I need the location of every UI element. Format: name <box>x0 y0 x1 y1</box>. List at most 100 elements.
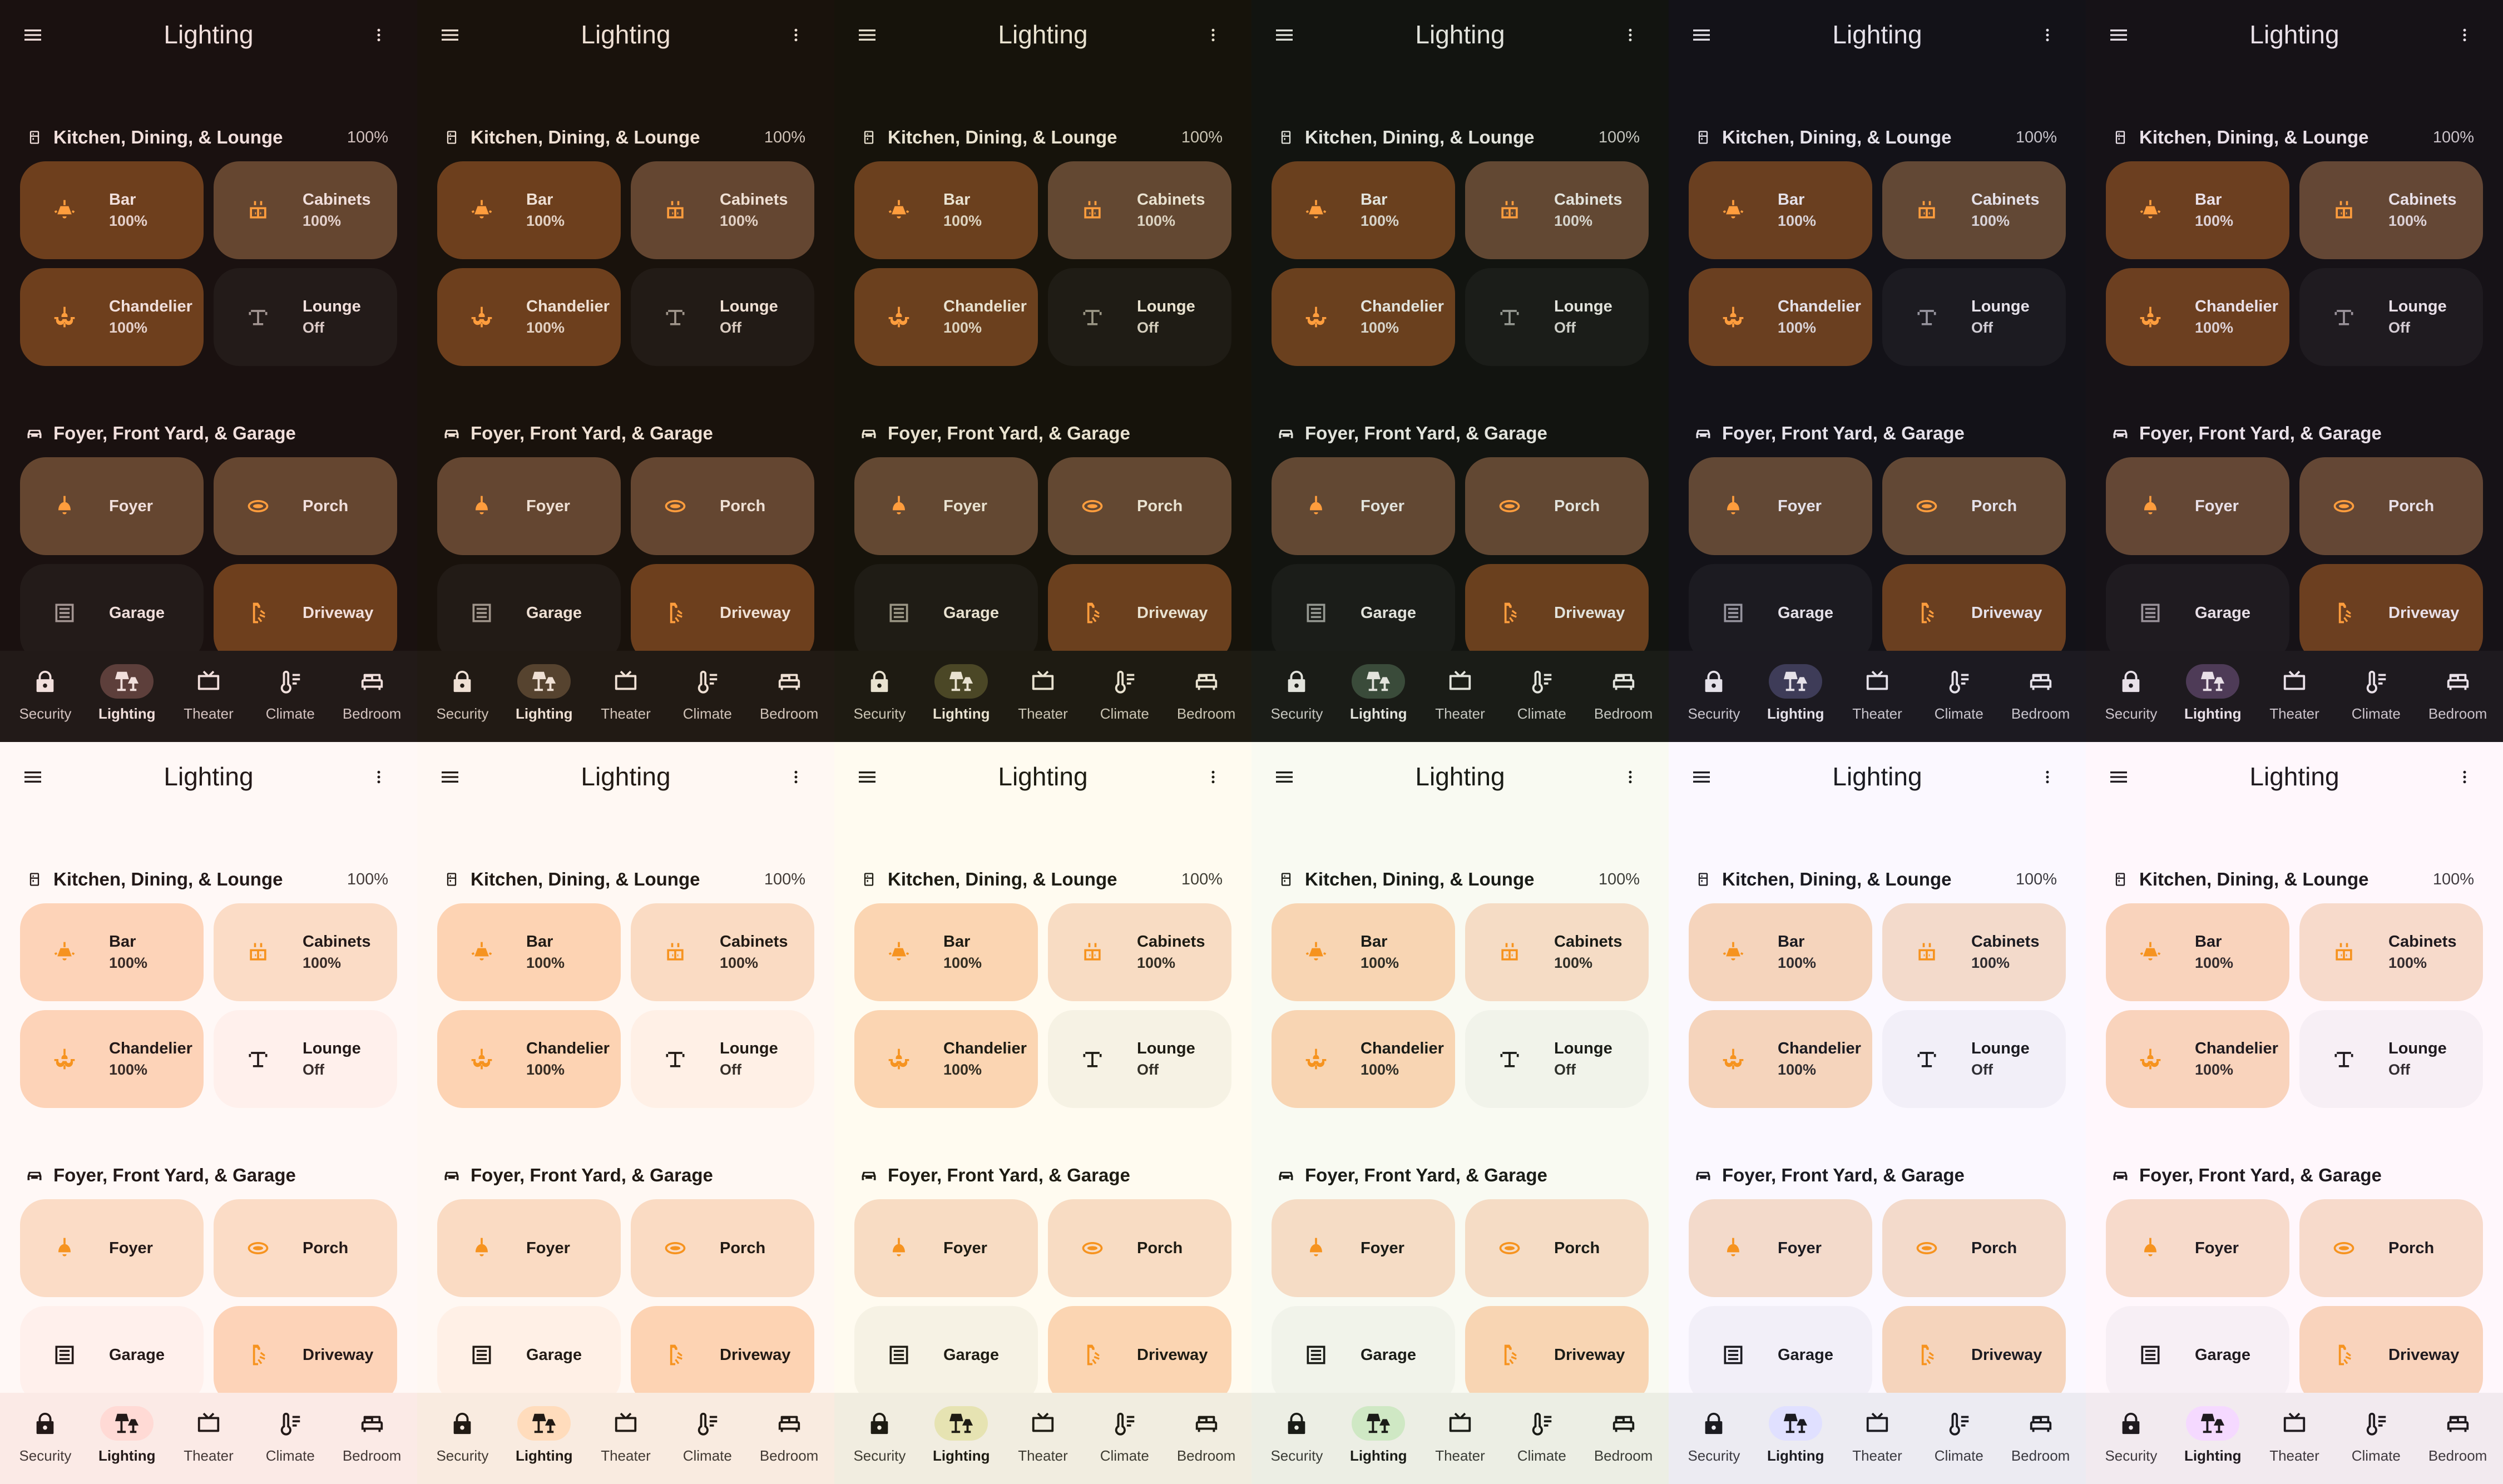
light-card-driveway[interactable]: Driveway <box>1465 564 1649 662</box>
light-card-driveway[interactable]: Driveway <box>1882 564 2066 662</box>
section-header[interactable]: Foyer, Front Yard, & Garage <box>1669 419 2086 447</box>
nav-bedroom[interactable]: Bedroom <box>748 1393 830 1484</box>
light-card-foyer[interactable]: Foyer <box>20 1199 204 1297</box>
light-card-chandelier[interactable]: Chandelier 100% <box>437 1010 621 1108</box>
nav-climate[interactable]: Climate <box>249 1393 331 1484</box>
light-card-driveway[interactable]: Driveway <box>631 1306 814 1404</box>
light-card-bar[interactable]: Bar 100% <box>20 903 204 1001</box>
light-card-cabinets[interactable]: Cabinets 100% <box>1465 903 1649 1001</box>
light-card-cabinets[interactable]: Cabinets 100% <box>631 903 814 1001</box>
light-card-porch[interactable]: Porch <box>1048 457 1231 555</box>
light-card-porch[interactable]: Porch <box>214 457 397 555</box>
nav-lighting[interactable]: Lighting <box>1338 1393 1419 1484</box>
light-card-driveway[interactable]: Driveway <box>1465 1306 1649 1404</box>
nav-climate[interactable]: Climate <box>1918 651 2000 742</box>
section-header[interactable]: Kitchen, Dining, & Lounge 100% <box>1669 865 2086 893</box>
section-header[interactable]: Foyer, Front Yard, & Garage <box>2086 419 2503 447</box>
section-header[interactable]: Kitchen, Dining, & Lounge 100% <box>0 123 417 151</box>
nav-lighting[interactable]: Lighting <box>921 1393 1002 1484</box>
nav-bedroom[interactable]: Bedroom <box>2417 651 2499 742</box>
light-card-chandelier[interactable]: Chandelier 100% <box>437 268 621 366</box>
nav-climate[interactable]: Climate <box>1501 651 1582 742</box>
more-vert-icon[interactable] <box>2039 22 2056 48</box>
light-card-driveway[interactable]: Driveway <box>1048 564 1231 662</box>
nav-lighting[interactable]: Lighting <box>503 651 585 742</box>
nav-climate[interactable]: Climate <box>1084 651 1165 742</box>
nav-lighting[interactable]: Lighting <box>86 651 168 742</box>
section-header[interactable]: Foyer, Front Yard, & Garage <box>0 419 417 447</box>
nav-lighting[interactable]: Lighting <box>503 1393 585 1484</box>
more-vert-icon[interactable] <box>2039 764 2056 790</box>
nav-theater[interactable]: Theater <box>1002 651 1084 742</box>
light-card-foyer[interactable]: Foyer <box>20 457 204 555</box>
nav-climate[interactable]: Climate <box>249 651 331 742</box>
nav-lighting[interactable]: Lighting <box>86 1393 168 1484</box>
nav-security[interactable]: Security <box>4 1393 86 1484</box>
nav-lighting[interactable]: Lighting <box>2172 651 2254 742</box>
nav-lighting[interactable]: Lighting <box>1755 1393 1837 1484</box>
more-vert-icon[interactable] <box>1622 764 1639 790</box>
nav-bedroom[interactable]: Bedroom <box>748 651 830 742</box>
section-header[interactable]: Foyer, Front Yard, & Garage <box>2086 1161 2503 1189</box>
light-card-foyer[interactable]: Foyer <box>1272 457 1455 555</box>
nav-bedroom[interactable]: Bedroom <box>1165 651 1247 742</box>
light-card-lounge[interactable]: Lounge Off <box>631 1010 814 1108</box>
light-card-chandelier[interactable]: Chandelier 100% <box>1689 268 1872 366</box>
nav-theater[interactable]: Theater <box>168 651 250 742</box>
light-card-driveway[interactable]: Driveway <box>214 564 397 662</box>
light-card-foyer[interactable]: Foyer <box>1689 457 1872 555</box>
light-card-driveway[interactable]: Driveway <box>1882 1306 2066 1404</box>
light-card-garage[interactable]: Garage <box>437 1306 621 1404</box>
nav-theater[interactable]: Theater <box>1837 651 1918 742</box>
light-card-lounge[interactable]: Lounge Off <box>631 268 814 366</box>
nav-theater[interactable]: Theater <box>585 1393 667 1484</box>
section-header[interactable]: Kitchen, Dining, & Lounge 100% <box>1252 865 1669 893</box>
section-header[interactable]: Foyer, Front Yard, & Garage <box>834 419 1252 447</box>
section-header[interactable]: Kitchen, Dining, & Lounge 100% <box>0 865 417 893</box>
light-card-cabinets[interactable]: Cabinets 100% <box>1882 903 2066 1001</box>
nav-security[interactable]: Security <box>1673 651 1755 742</box>
light-card-porch[interactable]: Porch <box>631 1199 814 1297</box>
nav-security[interactable]: Security <box>4 651 86 742</box>
nav-lighting[interactable]: Lighting <box>1755 651 1837 742</box>
nav-theater[interactable]: Theater <box>168 1393 250 1484</box>
light-card-driveway[interactable]: Driveway <box>2299 1306 2483 1404</box>
light-card-garage[interactable]: Garage <box>1272 564 1455 662</box>
light-card-chandelier[interactable]: Chandelier 100% <box>854 268 1038 366</box>
light-card-bar[interactable]: Bar 100% <box>437 903 621 1001</box>
light-card-cabinets[interactable]: Cabinets 100% <box>214 903 397 1001</box>
nav-bedroom[interactable]: Bedroom <box>1165 1393 1247 1484</box>
light-card-garage[interactable]: Garage <box>2106 564 2289 662</box>
light-card-bar[interactable]: Bar 100% <box>437 161 621 259</box>
light-card-bar[interactable]: Bar 100% <box>2106 161 2289 259</box>
nav-lighting[interactable]: Lighting <box>1338 651 1419 742</box>
nav-bedroom[interactable]: Bedroom <box>2417 1393 2499 1484</box>
light-card-lounge[interactable]: Lounge Off <box>1465 268 1649 366</box>
light-card-garage[interactable]: Garage <box>20 1306 204 1404</box>
light-card-cabinets[interactable]: Cabinets 100% <box>2299 903 2483 1001</box>
light-card-bar[interactable]: Bar 100% <box>1272 903 1455 1001</box>
light-card-porch[interactable]: Porch <box>631 457 814 555</box>
light-card-driveway[interactable]: Driveway <box>1048 1306 1231 1404</box>
section-header[interactable]: Kitchen, Dining, & Lounge 100% <box>2086 123 2503 151</box>
nav-climate[interactable]: Climate <box>1918 1393 2000 1484</box>
nav-security[interactable]: Security <box>2090 651 2172 742</box>
section-header[interactable]: Foyer, Front Yard, & Garage <box>1252 1161 1669 1189</box>
light-card-cabinets[interactable]: Cabinets 100% <box>1882 161 2066 259</box>
light-card-porch[interactable]: Porch <box>1882 457 2066 555</box>
nav-security[interactable]: Security <box>1256 651 1338 742</box>
section-header[interactable]: Kitchen, Dining, & Lounge 100% <box>417 123 834 151</box>
nav-bedroom[interactable]: Bedroom <box>2000 651 2081 742</box>
nav-bedroom[interactable]: Bedroom <box>331 651 413 742</box>
light-card-porch[interactable]: Porch <box>1465 457 1649 555</box>
more-vert-icon[interactable] <box>788 22 804 48</box>
light-card-foyer[interactable]: Foyer <box>854 457 1038 555</box>
nav-bedroom[interactable]: Bedroom <box>2000 1393 2081 1484</box>
light-card-chandelier[interactable]: Chandelier 100% <box>1689 1010 1872 1108</box>
light-card-lounge[interactable]: Lounge Off <box>214 1010 397 1108</box>
light-card-garage[interactable]: Garage <box>1272 1306 1455 1404</box>
more-vert-icon[interactable] <box>370 22 387 48</box>
light-card-chandelier[interactable]: Chandelier 100% <box>1272 1010 1455 1108</box>
section-header[interactable]: Foyer, Front Yard, & Garage <box>1252 419 1669 447</box>
light-card-lounge[interactable]: Lounge Off <box>1882 268 2066 366</box>
